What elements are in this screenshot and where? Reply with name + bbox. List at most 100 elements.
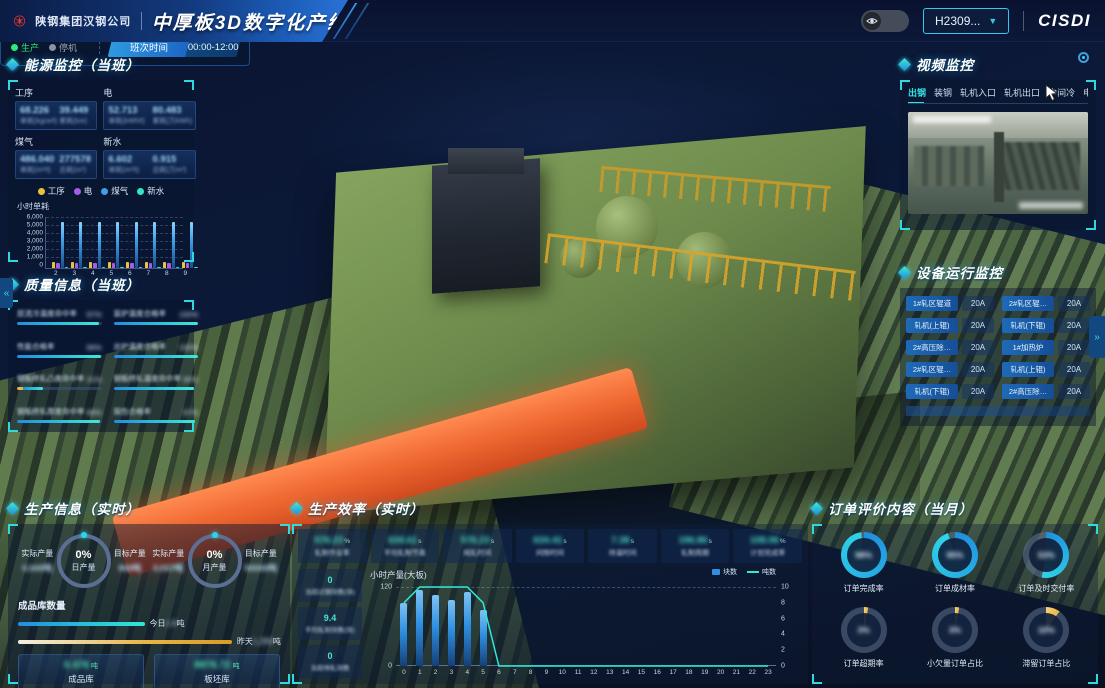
- equipment-label-chip[interactable]: 轧机(下辊): [906, 384, 958, 399]
- x-tick-label: 1: [418, 669, 422, 676]
- legend-label: 工序: [48, 185, 65, 197]
- quality-item: 层流冷温度命中率97%: [17, 308, 102, 331]
- bar-电: [167, 263, 170, 268]
- energy-value-cell: 80.483累耗(万kWh): [153, 105, 191, 126]
- bar-电: [93, 263, 96, 268]
- equipment-current-value: 20A: [962, 340, 994, 355]
- equipment-current-value: 20A: [962, 296, 994, 311]
- x-tick-label: 11: [575, 669, 582, 676]
- collapse-right-tab[interactable]: »: [1089, 316, 1105, 358]
- cisdi-logo: CISDI: [1038, 11, 1091, 31]
- energy-value: 80.483: [153, 105, 191, 116]
- x-tick-label: 17: [669, 669, 676, 676]
- energy-unit-label: 总耗(m³): [59, 165, 92, 175]
- video-tab-2[interactable]: 装钢: [934, 86, 952, 99]
- equipment-label-chip[interactable]: 1#轧区辊道: [906, 296, 958, 311]
- efficiency-card: 576.23s纯轧时间: [443, 529, 512, 563]
- equipment-label-chip[interactable]: 轧机(上辊): [1002, 362, 1054, 377]
- energy-group-name: 煤气: [15, 135, 97, 148]
- x-tick-label: 0: [402, 669, 406, 676]
- equipment-label-chip[interactable]: 2#高压除…: [1002, 384, 1054, 399]
- equipment-label-chip[interactable]: 2#高压除…: [906, 340, 958, 355]
- efficiency-card: 108.06%计划完成率: [733, 529, 802, 563]
- quality-item: 钢板终轧温度命中率95%: [114, 373, 199, 396]
- x-tick-label: 22: [749, 669, 756, 676]
- order-donut-label: 订单及时交付率: [1018, 583, 1074, 594]
- inventory-bar-label: 昨天1,293吨: [237, 636, 281, 647]
- quality-item-percent: 100%: [179, 343, 198, 352]
- collapse-left-tab[interactable]: «: [0, 278, 13, 308]
- order-donut-value: 98%: [841, 532, 887, 578]
- header-slash-decor: [345, 3, 369, 39]
- order-donut-ring: 10%: [1023, 607, 1069, 653]
- energy-value-cell: 39.449累耗(tce): [59, 105, 92, 126]
- right-y-tick: 10: [781, 584, 789, 591]
- quality-progress-track: [17, 355, 102, 358]
- bar-group: [126, 220, 142, 268]
- legend-item-煤气: 煤气: [101, 185, 128, 197]
- inventory-bar-label: 今日1.8吨: [150, 618, 185, 629]
- equipment-label-chip[interactable]: 轧机(下辊): [1002, 318, 1054, 333]
- quality-item-label: 出炉温度合格率: [114, 341, 167, 352]
- quality-progress-track: [114, 322, 199, 325]
- inv-number: 1,293: [253, 637, 273, 646]
- video-tabs: 出钢装钢轧机入口轧机出口中间冷电动辊: [908, 86, 1088, 104]
- equipment-label-chip[interactable]: 2#轧区辊…: [1002, 296, 1054, 311]
- order-donut-label: 订单完成率: [844, 583, 884, 594]
- energy-value-cell: 277578总耗(m³): [59, 154, 92, 175]
- energy-value-cell: 68.226单耗(kgce/t): [20, 105, 53, 126]
- panel-dot-icon[interactable]: [1078, 52, 1089, 63]
- day-target-output: 目标产量 900吨: [111, 548, 150, 574]
- inv-number: 1.8: [166, 619, 177, 628]
- equipment-current-value: 20A: [1058, 318, 1090, 333]
- equipment-current-value: 20A: [962, 318, 994, 333]
- quality-item-top: 钢板终轧凸度命中率31%: [17, 373, 102, 384]
- bar-煤气: [98, 222, 101, 268]
- quality-progress-track: [17, 420, 102, 423]
- bar-电: [75, 263, 78, 268]
- x-tick-label: 12: [590, 669, 597, 676]
- cctv-overlay-timestamp: [1019, 202, 1083, 209]
- eye-icon: [863, 12, 881, 30]
- energy-value-cell: 0.915总耗(万m³): [153, 154, 191, 175]
- production-panel-body: 实际产量 0.045吨 0% 日产量 目标产量 900吨 实际产量 0.047吨…: [8, 524, 290, 684]
- efficiency-mini-stat: 0当前待轧块数: [298, 645, 362, 678]
- equipment-label-chip[interactable]: 轧机(上辊): [906, 318, 958, 333]
- y-tick-label: 3,000: [27, 238, 43, 245]
- cctv-frame[interactable]: [908, 112, 1088, 214]
- video-tab-1[interactable]: 出钢: [908, 86, 926, 99]
- heat-number-select[interactable]: H2309... ▼: [923, 8, 1009, 34]
- diamond-icon: [810, 502, 823, 515]
- quality-progress-fill: [114, 322, 199, 325]
- visibility-toggle[interactable]: [861, 10, 909, 32]
- page-title: 中厚板3D数字化产线: [152, 8, 348, 35]
- efficiency-card-value: 7.38s: [611, 535, 634, 546]
- video-tab-3[interactable]: 轧机入口: [960, 86, 996, 99]
- order-donut-value: 10%: [1023, 607, 1069, 653]
- right-y-tick: 2: [781, 647, 785, 654]
- energy-value: 52.713: [108, 105, 146, 116]
- order-donut-value: 53%: [1023, 532, 1069, 578]
- legend-item-块数: 块数: [712, 567, 737, 577]
- efficiency-card-number: 576.23: [461, 535, 490, 546]
- quality-item-percent: 31%: [87, 375, 102, 384]
- video-tab-4[interactable]: 轧机出口: [1004, 86, 1040, 99]
- x-tick-label: 3: [450, 669, 454, 676]
- efficiency-card-label: 平均轧制节奏: [384, 548, 426, 558]
- quality-item-top: 钢板终轧温度命中率95%: [114, 373, 199, 384]
- energy-group-values: 6.602单耗(m³/t)0.915总耗(万m³): [103, 150, 195, 179]
- energy-value: 486.040: [20, 154, 53, 165]
- quality-panel-title-text: 质量信息（当班）: [24, 274, 140, 294]
- bar-新水: [139, 267, 142, 268]
- quality-progress-fill: [17, 355, 101, 358]
- equipment-label-chip[interactable]: 1#加热炉: [1002, 340, 1054, 355]
- x-tick-label: 14: [622, 669, 629, 676]
- quality-item-top: 钢板终轧厚度命中率98%: [17, 406, 102, 417]
- x-tick-label: 19: [701, 669, 708, 676]
- efficiency-card-unit: s: [709, 538, 712, 545]
- bar-电: [56, 263, 59, 268]
- inventory-bar-row: 昨天1,293吨: [18, 636, 280, 647]
- equipment-label-chip[interactable]: 2#轧区辊…: [906, 362, 958, 377]
- month-actual-output: 实际产量 0.047吨: [149, 548, 188, 574]
- efficiency-mini-value: 0: [327, 575, 332, 585]
